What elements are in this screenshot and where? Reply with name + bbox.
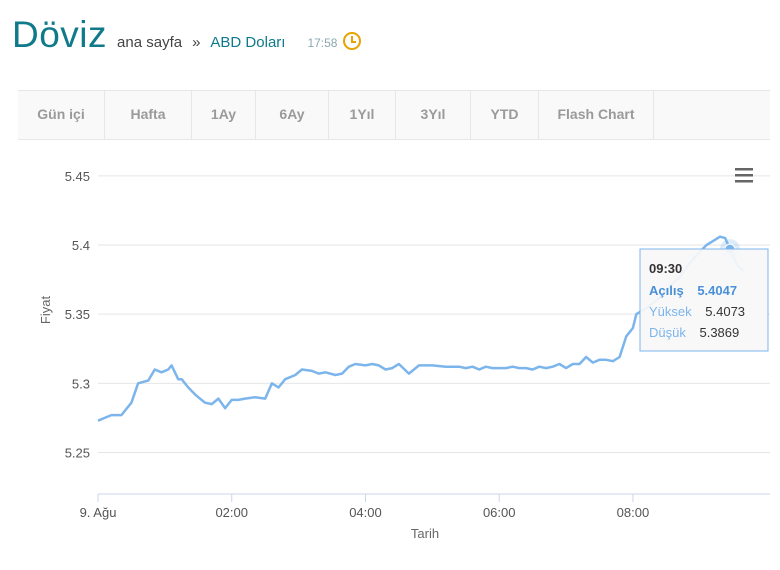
tab-6-month[interactable]: 6Ay <box>256 91 329 139</box>
page-header: Döviz ana sayfa » ABD Doları 17:58 <box>12 14 362 60</box>
x-tick-label: 04:00 <box>349 505 382 520</box>
y-tick-label: 5.25 <box>65 446 90 461</box>
tab-week[interactable]: Hafta <box>105 91 192 139</box>
hamburger-menu-icon[interactable] <box>735 168 753 183</box>
y-axis-ticks: 5.25 5.3 5.35 5.4 5.45 <box>65 169 90 461</box>
x-tick-label: 9. Ağu <box>80 505 117 520</box>
price-chart[interactable]: 5.25 5.3 5.35 5.4 5.45 9. Ağu 02:00 04:00 06:00… <box>0 140 780 565</box>
update-time: 17:58 <box>307 36 338 50</box>
tab-3-year[interactable]: 3Yıl <box>396 91 471 139</box>
site-logo[interactable]: Döviz <box>12 14 107 56</box>
x-axis-label: Tarih <box>411 526 439 541</box>
tooltip-open-value: 5.4047 <box>697 283 737 298</box>
tooltip-low-label: Düşük <box>649 325 686 340</box>
tooltip-high-label: Yüksek <box>649 304 692 319</box>
range-tabs: Gün içi Hafta 1Ay 6Ay 1Yıl 3Yıl YTD Flas… <box>18 90 770 140</box>
breadcrumb-home[interactable]: ana sayfa <box>117 34 182 51</box>
y-tick-label: 5.45 <box>65 169 90 184</box>
y-tick-label: 5.35 <box>65 307 90 322</box>
tab-1-month[interactable]: 1Ay <box>192 91 256 139</box>
tab-flash-chart[interactable]: Flash Chart <box>539 91 654 139</box>
y-tick-label: 5.3 <box>72 376 90 391</box>
tooltip-high-value: 5.4073 <box>705 304 745 319</box>
x-tick-label: 02:00 <box>215 505 248 520</box>
tab-1-year[interactable]: 1Yıl <box>329 91 396 139</box>
breadcrumb-separator: » <box>192 34 201 51</box>
breadcrumb-current[interactable]: ABD Doları <box>210 34 285 51</box>
tab-ytd[interactable]: YTD <box>471 91 539 139</box>
y-tick-label: 5.4 <box>72 238 90 253</box>
x-axis: 9. Ağu 02:00 04:00 06:00 08:00 <box>80 493 770 520</box>
tooltip-open-label: Açılış <box>649 283 684 298</box>
tab-intraday[interactable]: Gün içi <box>18 91 105 139</box>
tooltip-time: 09:30 <box>649 261 682 276</box>
clock-icon <box>343 32 362 50</box>
tooltip-low-value: 5.3869 <box>699 325 739 340</box>
series-line <box>97 235 732 422</box>
x-tick-label: 06:00 <box>483 505 516 520</box>
y-axis-label: Fiyat <box>38 296 53 325</box>
x-tick-label: 08:00 <box>617 505 650 520</box>
chart-tooltip: 09:30 Açılış 5.4047 Yüksek 5.4073 Düşük … <box>639 248 769 352</box>
